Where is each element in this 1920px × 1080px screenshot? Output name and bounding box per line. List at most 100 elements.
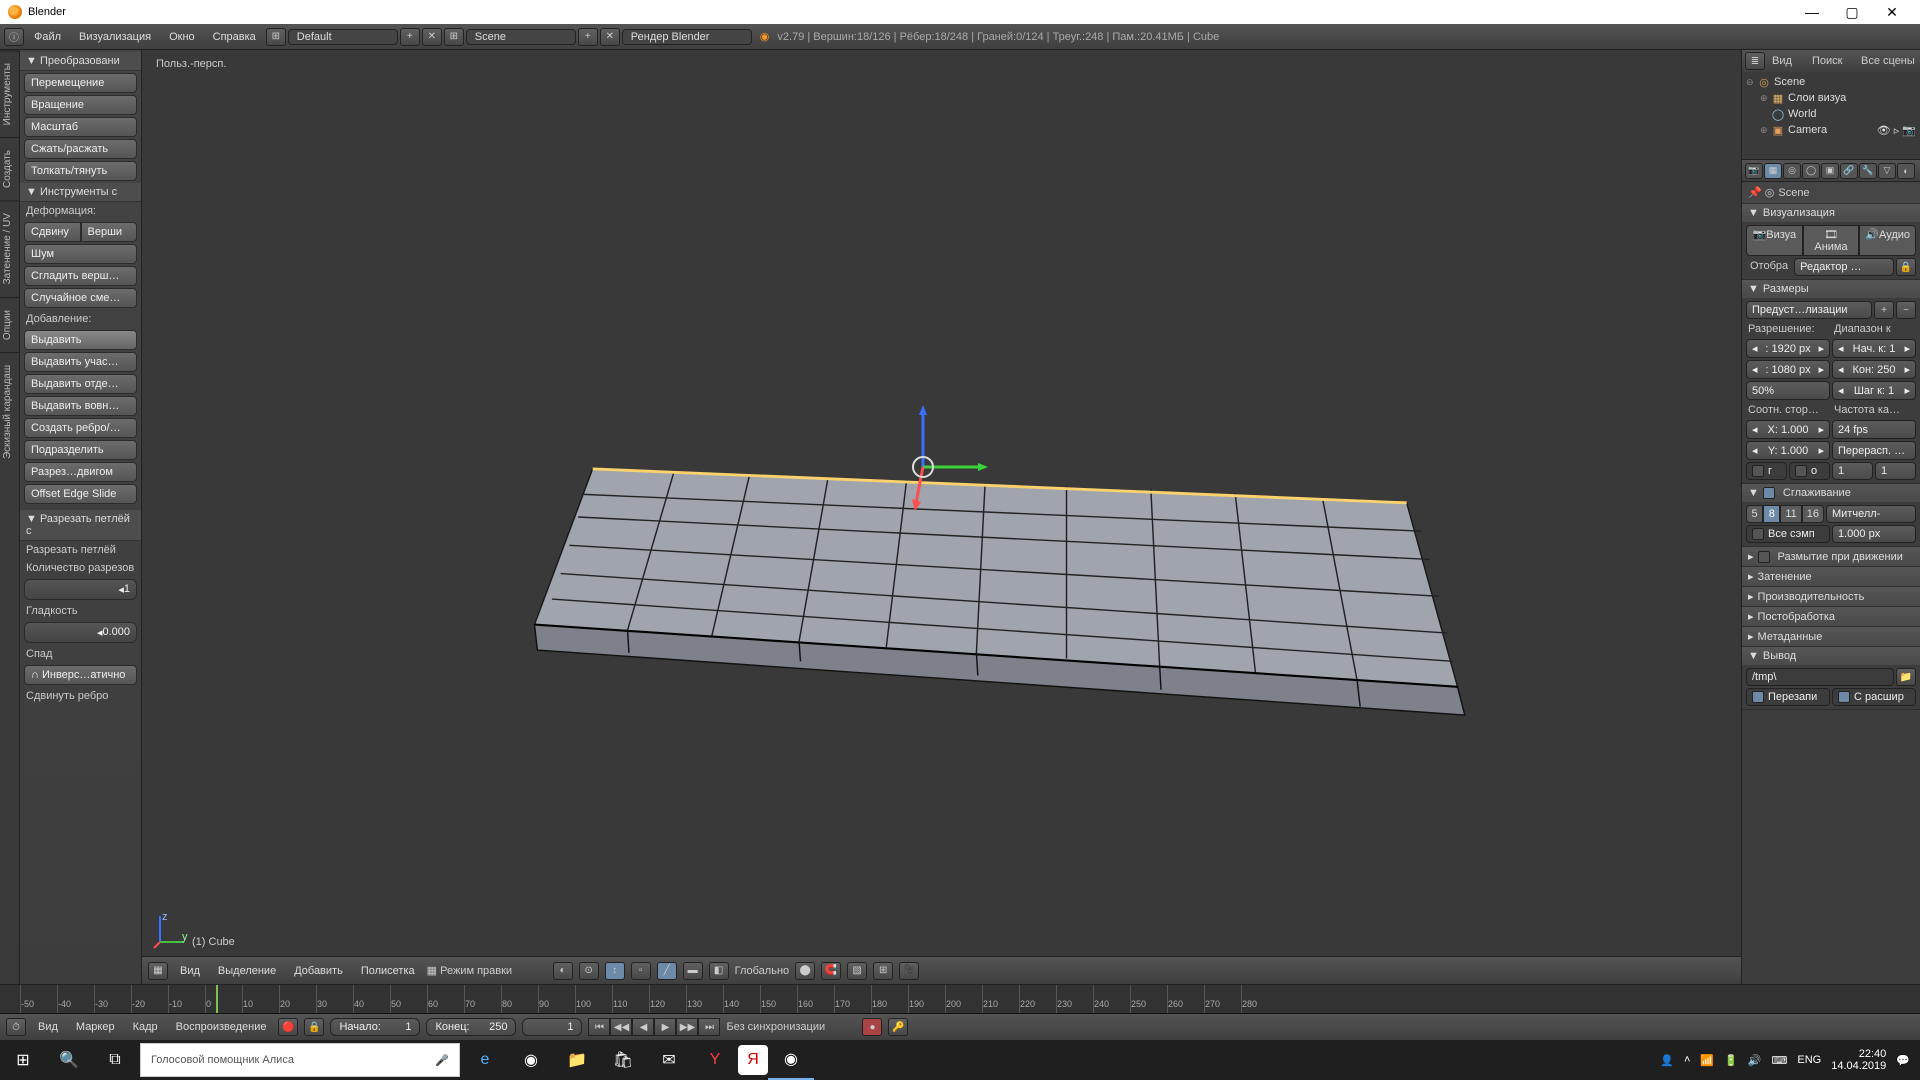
preset-del-icon[interactable]: −: [1896, 301, 1916, 319]
tab-create[interactable]: Создать: [0, 137, 19, 200]
jump-end-icon[interactable]: ⏭: [698, 1018, 720, 1036]
blender-taskbar-icon[interactable]: ◉: [768, 1040, 814, 1080]
aa-11[interactable]: 11: [1780, 505, 1801, 523]
view-menu[interactable]: Вид: [174, 965, 206, 977]
output-header[interactable]: ▼ Вывод: [1742, 647, 1920, 665]
people-icon[interactable]: 👤: [1660, 1054, 1674, 1067]
eye-icon[interactable]: 👁: [1877, 124, 1891, 137]
layout-del-button[interactable]: ✕: [422, 28, 442, 46]
notifications-icon[interactable]: 💬: [1896, 1054, 1910, 1067]
aa-header[interactable]: ▼ Сглаживание: [1742, 484, 1920, 502]
outliner-filter[interactable]: Все сцены: [1861, 55, 1917, 67]
scene-add-button[interactable]: +: [578, 28, 598, 46]
prev-key-icon[interactable]: ◀◀: [610, 1018, 632, 1036]
output-path-field[interactable]: /tmp\: [1746, 668, 1894, 686]
old-field[interactable]: 1: [1832, 462, 1873, 480]
editor-type-icon[interactable]: ⓘ: [4, 28, 24, 46]
lock-icon[interactable]: 🔒: [1896, 258, 1916, 276]
extrude-individual-button[interactable]: Выдавить отде…: [24, 374, 137, 394]
snap-icon[interactable]: 🧲: [821, 962, 841, 980]
scene-select[interactable]: Scene: [466, 29, 576, 45]
record-icon[interactable]: ●: [862, 1018, 882, 1036]
lock-range-icon[interactable]: 🔒: [304, 1018, 324, 1036]
render-anim-button[interactable]: 🎞Анима: [1803, 225, 1860, 256]
aspect-y-field[interactable]: ◂Y: 1.000▸: [1746, 441, 1830, 460]
jump-start-icon[interactable]: ⏮: [588, 1018, 610, 1036]
render-panel-header[interactable]: ▼ Визуализация: [1742, 204, 1920, 222]
extrude-inward-button[interactable]: Выдавить вовн…: [24, 396, 137, 416]
mail-icon[interactable]: ✉: [646, 1040, 692, 1080]
render-image-button[interactable]: 📷Визуа: [1746, 225, 1803, 256]
face-select-icon[interactable]: ▬: [683, 962, 703, 980]
tl-frame-menu[interactable]: Кадр: [127, 1021, 164, 1033]
aspect-x-field[interactable]: ◂X: 1.000▸: [1746, 420, 1830, 439]
extrude-button[interactable]: Выдавить: [24, 330, 137, 350]
battery-icon[interactable]: 🔋: [1724, 1054, 1738, 1067]
snap-type-icon[interactable]: ▧: [847, 962, 867, 980]
subdivide-button[interactable]: Подразделить: [24, 440, 137, 460]
tray-chevron-icon[interactable]: ˄: [1684, 1054, 1690, 1066]
end-frame-field[interactable]: Конец:250: [426, 1018, 516, 1036]
display-select[interactable]: Редактор …: [1794, 258, 1894, 276]
autokey-icon[interactable]: 🔴: [278, 1018, 298, 1036]
frame-start-field[interactable]: ◂Нач. к: 1▸: [1832, 339, 1916, 358]
mode-select[interactable]: ▦ Режим правки: [427, 964, 547, 977]
tab-render-icon[interactable]: 📷: [1745, 163, 1763, 179]
tl-view-menu[interactable]: Вид: [32, 1021, 64, 1033]
next-key-icon[interactable]: ▶▶: [676, 1018, 698, 1036]
mesh-menu[interactable]: Полисетка: [355, 965, 421, 977]
menu-help[interactable]: Справка: [205, 29, 264, 45]
screen-layout-select[interactable]: Default: [288, 29, 398, 45]
push-button[interactable]: Толкать/тянуть: [24, 161, 137, 181]
res-x-field[interactable]: ◂: 1920 px▸: [1746, 339, 1830, 358]
layout-browse-icon[interactable]: ⊞: [266, 28, 286, 46]
shrink-button[interactable]: Сжать/расжать: [24, 139, 137, 159]
menu-file[interactable]: Файл: [26, 29, 69, 45]
manipulator-gizmo[interactable]: [878, 405, 988, 525]
res-y-field[interactable]: ◂: 1080 px▸: [1746, 360, 1830, 379]
vertex-button[interactable]: Верши: [81, 222, 138, 242]
perf-header[interactable]: ▸ Производительность: [1742, 587, 1920, 606]
play-rev-icon[interactable]: ◀: [632, 1018, 654, 1036]
start-button[interactable]: ⊞: [0, 1040, 46, 1080]
lang-indicator[interactable]: ENG: [1797, 1054, 1821, 1066]
chrome-icon[interactable]: ◉: [508, 1040, 554, 1080]
tab-options[interactable]: Опции: [0, 297, 19, 352]
prop-edit-icon[interactable]: ⬤: [795, 962, 815, 980]
tab-tools[interactable]: Инструменты: [0, 50, 19, 137]
make-edge-button[interactable]: Создать ребро/…: [24, 418, 137, 438]
timeline-ruler[interactable]: -50-40-30-20-100102030405060708090100110…: [0, 985, 1920, 1014]
outliner-view-menu[interactable]: Вид: [1768, 55, 1796, 67]
editor-type-3dview-icon[interactable]: ▦: [148, 962, 168, 980]
mblur-header[interactable]: ▸ Размытие при движении: [1742, 547, 1920, 566]
res-pct-field[interactable]: 50%: [1746, 381, 1830, 400]
meshtools-header[interactable]: ▼ Инструменты с: [20, 183, 141, 202]
tl-marker-menu[interactable]: Маркер: [70, 1021, 121, 1033]
menu-window[interactable]: Окно: [161, 29, 203, 45]
yandex-search-icon[interactable]: Я: [738, 1045, 768, 1075]
search-icon[interactable]: 🔍: [46, 1040, 92, 1080]
tab-material-icon[interactable]: ◐: [1897, 163, 1915, 179]
3d-viewport[interactable]: Польз.-персп.: [142, 50, 1741, 984]
keying-set-icon[interactable]: 🔑: [888, 1018, 908, 1036]
scale-button[interactable]: Масштаб: [24, 117, 137, 137]
clock-time[interactable]: 22:40: [1831, 1048, 1886, 1060]
cortana-search[interactable]: Голосовой помощник Алиса🎤: [140, 1043, 460, 1077]
slide-button[interactable]: Сдвину: [24, 222, 81, 242]
start-frame-field[interactable]: Начало:1: [330, 1018, 420, 1036]
menu-render[interactable]: Визуализация: [71, 29, 159, 45]
render-engine-select[interactable]: Рендер Blender: [622, 29, 752, 45]
cuts-slider[interactable]: ◂1: [24, 579, 137, 600]
yandex-icon[interactable]: Y: [692, 1040, 738, 1080]
meta-header[interactable]: ▸ Метаданные: [1742, 627, 1920, 646]
translate-button[interactable]: Перемещение: [24, 73, 137, 93]
outliner-search[interactable]: Поиск: [1812, 55, 1858, 67]
smooth-vertex-button[interactable]: Сгладить верш…: [24, 266, 137, 286]
tab-renderlayers-icon[interactable]: ▦: [1764, 163, 1782, 179]
edge-select-icon[interactable]: ╱: [657, 962, 677, 980]
smooth-slider[interactable]: ◂0.000: [24, 622, 137, 643]
tab-constraints-icon[interactable]: 🔗: [1840, 163, 1858, 179]
select-menu[interactable]: Выделение: [212, 965, 282, 977]
preset-add-icon[interactable]: +: [1874, 301, 1894, 319]
manipulator-toggle[interactable]: ↕: [605, 962, 625, 980]
